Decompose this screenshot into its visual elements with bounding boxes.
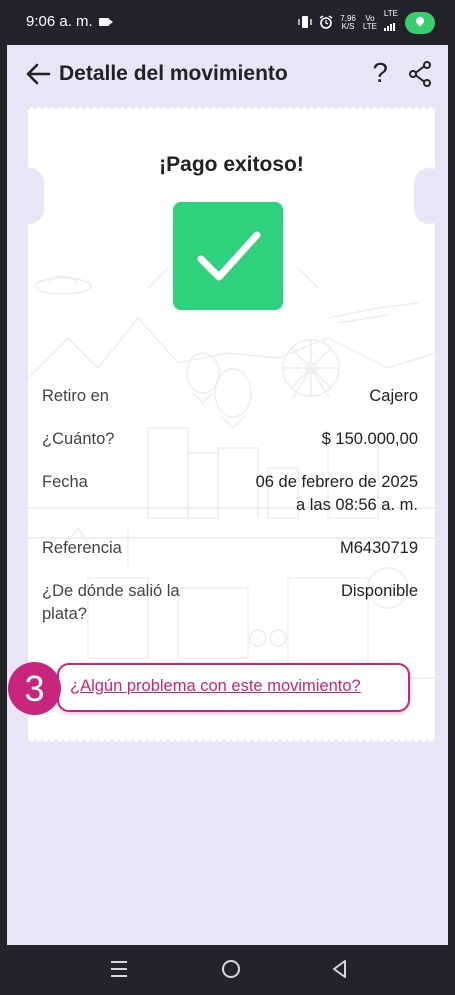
receipt-card: ¡Pago exitoso! Retiro en Cajero ¿Cuánto?…: [28, 113, 435, 739]
vibrate-icon: [298, 15, 312, 31]
app-header: Detalle del movimiento ?: [7, 45, 448, 103]
receipt-notch-left: [14, 168, 44, 224]
row-label: Fecha: [42, 473, 88, 491]
lte-label-2: LTE: [383, 9, 398, 18]
receipt-notch-right: [414, 168, 444, 224]
row-label: ¿Cuánto?: [42, 430, 115, 448]
checkmark-icon: [197, 231, 261, 281]
report-problem-link[interactable]: ¿Algún problema con este movimiento?: [70, 677, 361, 696]
data-speed-unit: K/S: [341, 22, 355, 31]
row-value: Cajero: [369, 387, 418, 405]
label-line2: plata?: [42, 605, 87, 623]
time-value: a las 08:56 a. m.: [296, 496, 418, 514]
back-arrow-icon[interactable]: [25, 63, 51, 85]
status-time: 9:06 a. m.: [26, 13, 93, 30]
system-nav-bar: [0, 945, 455, 995]
signal-icon: LTE: [383, 9, 398, 36]
row-value: Disponible: [340, 582, 418, 600]
step-number-badge: 3: [8, 662, 61, 715]
row-label: Referencia: [42, 539, 122, 557]
row-value: $ 150.000,00: [321, 430, 418, 448]
row-label: ¿De dónde salió la plata?: [42, 580, 212, 626]
row-value: M6430719: [340, 539, 418, 557]
success-check-badge: [173, 202, 283, 310]
share-icon[interactable]: [408, 61, 432, 87]
status-bar: 9:06 a. m. 7,96 K/S Vo LTE LTE: [0, 0, 455, 45]
lte-label: LTE: [362, 22, 377, 31]
left-frame: [0, 0, 7, 995]
vo-lte-indicator: Vo LTE: [363, 15, 377, 31]
video-record-icon: [99, 18, 113, 26]
row-value: 06 de febrero de 2025 a las 08:56 a. m.: [256, 471, 418, 517]
status-icons: 7,96 K/S Vo LTE LTE: [298, 10, 435, 36]
page-title: Detalle del movimiento: [59, 62, 288, 85]
recent-apps-icon[interactable]: [110, 958, 128, 980]
help-icon[interactable]: ?: [372, 57, 388, 89]
label-line1: ¿De dónde salió la: [42, 582, 180, 600]
location-pill-icon: [405, 12, 435, 34]
alarm-icon: [319, 15, 333, 31]
success-title: ¡Pago exitoso!: [159, 153, 304, 176]
home-icon[interactable]: [220, 958, 242, 980]
data-speed: 7,96 K/S: [340, 15, 356, 31]
receipt-bottom-edge: [28, 735, 435, 742]
row-label: Retiro en: [42, 387, 109, 405]
back-icon[interactable]: [330, 958, 350, 980]
date-value: 06 de febrero de 2025: [255, 473, 418, 491]
right-frame: [448, 0, 455, 995]
